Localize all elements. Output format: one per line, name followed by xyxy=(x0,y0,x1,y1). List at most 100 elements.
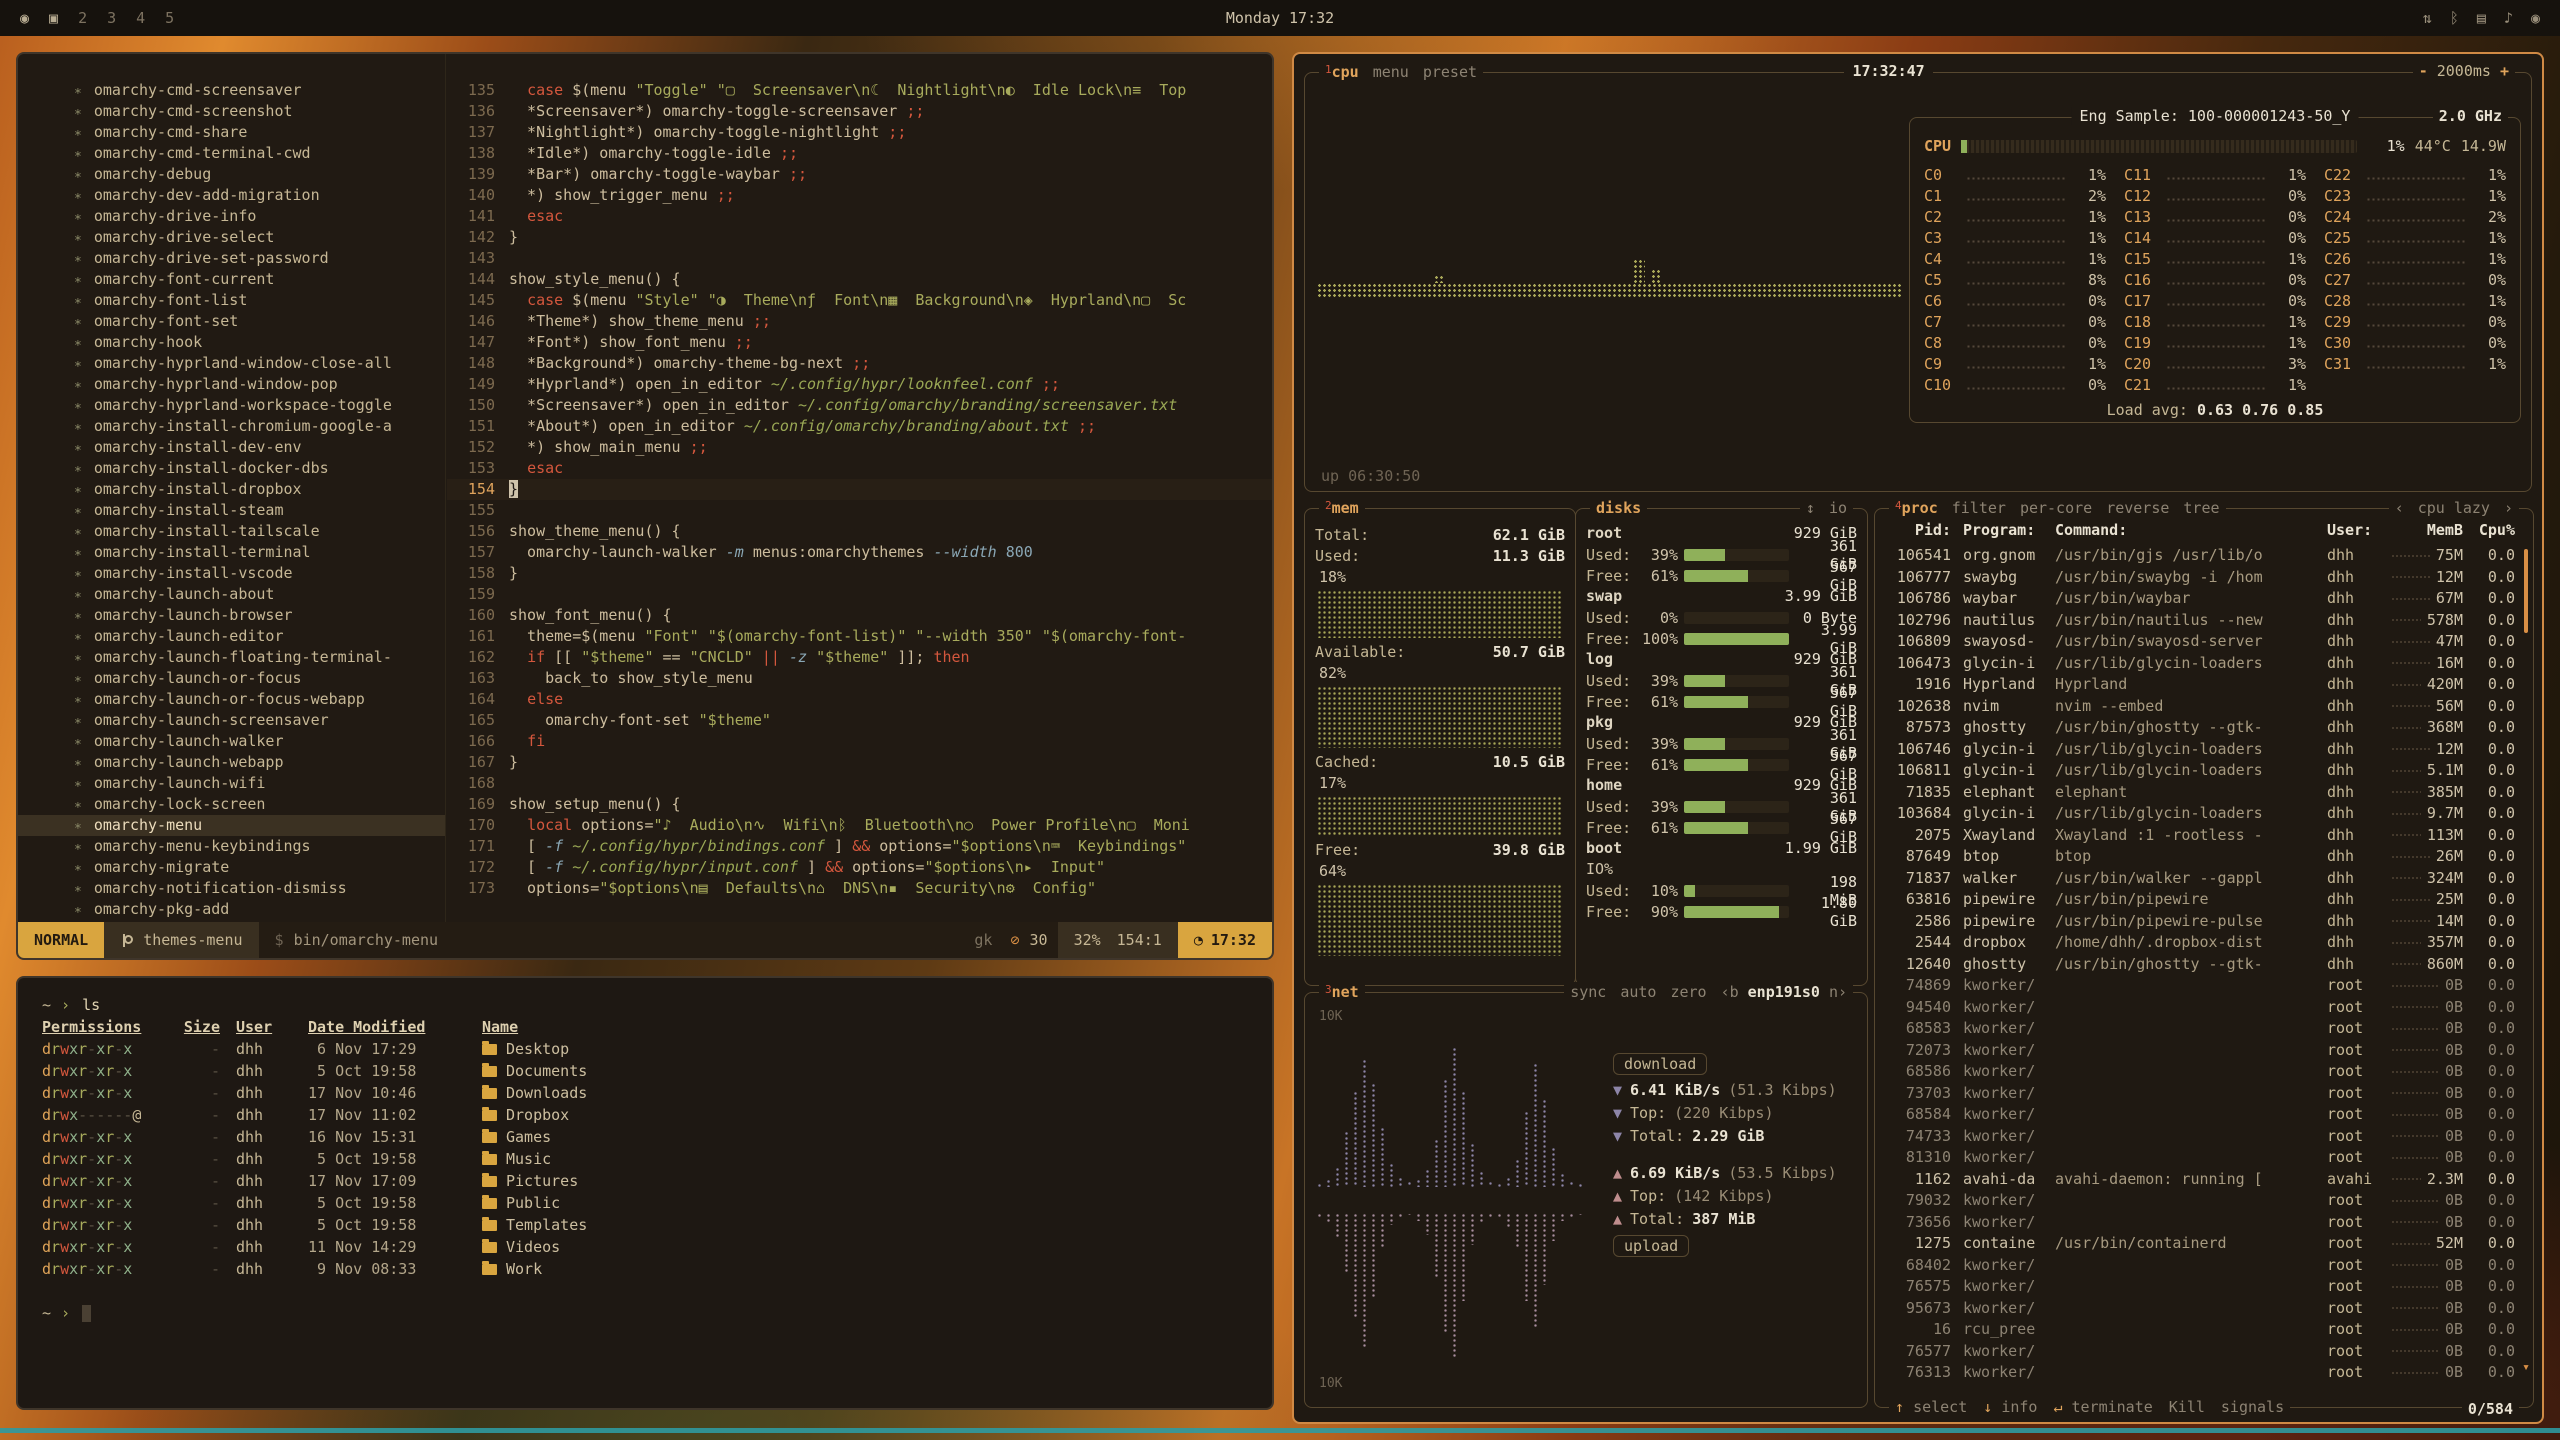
column-header[interactable]: Command: xyxy=(2055,521,2327,543)
process-row[interactable]: 2544dropbox/home/dhh/.dropbox-distdhh357… xyxy=(1887,932,2515,954)
file-item[interactable]: ∗omarchy-install-dropbox xyxy=(18,479,445,500)
process-row[interactable]: 12640ghostty/usr/bin/ghostty --gtk-dhh86… xyxy=(1887,954,2515,976)
workspace-5[interactable]: 5 xyxy=(165,9,174,27)
power-icon[interactable]: ◉ xyxy=(2531,9,2540,27)
file-item[interactable]: ∗omarchy-menu xyxy=(18,815,445,836)
column-header[interactable]: User: xyxy=(2327,521,2391,543)
file-item[interactable]: ∗omarchy-launch-floating-terminal- xyxy=(18,647,445,668)
column-header[interactable]: Program: xyxy=(1951,521,2055,543)
process-row[interactable]: 68402kworker/root0B0.0 xyxy=(1887,1255,2515,1277)
process-row[interactable]: 73703kworker/root0B0.0 xyxy=(1887,1083,2515,1105)
file-item[interactable]: ∗omarchy-launch-or-focus-webapp xyxy=(18,689,445,710)
prompt-line-2[interactable]: ~› xyxy=(42,1302,1272,1324)
per-core-button[interactable]: per-core xyxy=(2020,498,2092,519)
process-row[interactable]: 71837walker/usr/bin/walker --gappldhh324… xyxy=(1887,868,2515,890)
file-item[interactable]: ∗omarchy-install-vscode xyxy=(18,563,445,584)
column-header[interactable]: Cpu% xyxy=(2463,521,2515,543)
column-header[interactable]: Pid: xyxy=(1887,521,1951,543)
column-header[interactable]: MemB xyxy=(2391,521,2463,543)
terminal-window[interactable]: ~›ls PermissionsSizeUserDate ModifiedNam… xyxy=(16,976,1274,1410)
file-item[interactable]: ∗omarchy-install-dev-env xyxy=(18,437,445,458)
file-item[interactable]: ∗omarchy-launch-screensaver xyxy=(18,710,445,731)
process-row[interactable]: 102638nvimnvim --embeddhh56M0.0 xyxy=(1887,696,2515,718)
file-item[interactable]: ∗omarchy-hyprland-workspace-toggle xyxy=(18,395,445,416)
file-item[interactable]: ∗omarchy-cmd-screenshot xyxy=(18,101,445,122)
file-item[interactable]: ∗omarchy-drive-set-password xyxy=(18,248,445,269)
file-item[interactable]: ∗omarchy-launch-wifi xyxy=(18,773,445,794)
file-item[interactable]: ∗omarchy-cmd-share xyxy=(18,122,445,143)
sort-selector[interactable]: ‹ cpu lazy › xyxy=(2389,498,2519,519)
process-row[interactable]: 74733kworker/root0B0.0 xyxy=(1887,1126,2515,1148)
net-zero-button[interactable]: zero xyxy=(1670,982,1706,1003)
footer-action[interactable]: Kill xyxy=(2169,1397,2205,1418)
interval-plus-button[interactable]: + xyxy=(2500,62,2509,80)
file-item[interactable]: ∗omarchy-cmd-terminal-cwd xyxy=(18,143,445,164)
footer-action[interactable]: ↵ terminate xyxy=(2053,1397,2152,1418)
bluetooth-icon[interactable]: ᛒ xyxy=(2450,9,2459,27)
process-row[interactable]: 68584kworker/root0B0.0 xyxy=(1887,1104,2515,1126)
sort-next-icon[interactable]: › xyxy=(2504,498,2513,519)
process-row[interactable]: 87573ghostty/usr/bin/ghostty --gtk-dhh36… xyxy=(1887,717,2515,739)
process-row[interactable]: 81310kworker/root0B0.0 xyxy=(1887,1147,2515,1169)
logo-icon[interactable]: ◉ xyxy=(20,9,29,27)
workspace-1-icon[interactable]: ▣ xyxy=(49,9,58,27)
file-item[interactable]: ∗omarchy-launch-walker xyxy=(18,731,445,752)
sort-prev-icon[interactable]: ‹ xyxy=(2395,498,2404,519)
process-row[interactable]: 1916HyprlandHyprlanddhh420M0.0 xyxy=(1887,674,2515,696)
file-item[interactable]: ∗omarchy-install-steam xyxy=(18,500,445,521)
file-item[interactable]: ∗omarchy-migrate xyxy=(18,857,445,878)
process-row[interactable]: 106473glycin-i/usr/lib/glycin-loadersdhh… xyxy=(1887,653,2515,675)
process-row[interactable]: 68586kworker/root0B0.0 xyxy=(1887,1061,2515,1083)
process-row[interactable]: 95673kworker/root0B0.0 xyxy=(1887,1298,2515,1320)
workspace-3[interactable]: 3 xyxy=(107,9,116,27)
menu-button[interactable]: menu xyxy=(1373,62,1409,83)
keyboard-icon[interactable]: ▤ xyxy=(2477,9,2486,27)
file-item[interactable]: ∗omarchy-hyprland-window-close-all xyxy=(18,353,445,374)
footer-action[interactable]: ↑ select xyxy=(1895,1397,1967,1418)
process-row[interactable]: 72073kworker/root0B0.0 xyxy=(1887,1040,2515,1062)
file-item[interactable]: ∗omarchy-install-docker-dbs xyxy=(18,458,445,479)
filter-button[interactable]: filter xyxy=(1952,498,2006,519)
process-row[interactable]: 73656kworker/root0B0.0 xyxy=(1887,1212,2515,1234)
interval-minus-button[interactable]: - xyxy=(2419,62,2428,80)
process-row[interactable]: 1275containe/usr/bin/containerdroot52M0.… xyxy=(1887,1233,2515,1255)
process-row[interactable]: 106811glycin-i/usr/lib/glycin-loadersdhh… xyxy=(1887,760,2515,782)
process-row[interactable]: 79032kworker/root0B0.0 xyxy=(1887,1190,2515,1212)
net-auto-button[interactable]: auto xyxy=(1620,982,1656,1003)
process-row[interactable]: 102796nautilus/usr/bin/nautilus --newdhh… xyxy=(1887,610,2515,632)
file-item[interactable]: ∗omarchy-launch-editor xyxy=(18,626,445,647)
net-sync-button[interactable]: sync xyxy=(1570,982,1606,1003)
file-item[interactable]: ∗omarchy-lock-screen xyxy=(18,794,445,815)
process-row[interactable]: 76575kworker/root0B0.0 xyxy=(1887,1276,2515,1298)
file-item[interactable]: ∗omarchy-font-set xyxy=(18,311,445,332)
file-item[interactable]: ∗omarchy-font-current xyxy=(18,269,445,290)
process-row[interactable]: 63816pipewire/usr/bin/pipewiredhh25M0.0 xyxy=(1887,889,2515,911)
file-item[interactable]: ∗omarchy-install-terminal xyxy=(18,542,445,563)
scroll-down-icon[interactable]: ▾ xyxy=(2522,1360,2530,1375)
footer-action[interactable]: signals xyxy=(2221,1397,2284,1418)
file-item[interactable]: ∗omarchy-pkg-add xyxy=(18,899,445,920)
file-item[interactable]: ∗omarchy-debug xyxy=(18,164,445,185)
disks-io-toggle[interactable]: ↕ io xyxy=(1800,498,1853,519)
process-row[interactable]: 106786waybar/usr/bin/waybardhh67M0.0 xyxy=(1887,588,2515,610)
workspace-4[interactable]: 4 xyxy=(136,9,145,27)
process-row[interactable]: 87649btopbtopdhh26M0.0 xyxy=(1887,846,2515,868)
process-row[interactable]: 106809swayosd-/usr/bin/swayosd-serverdhh… xyxy=(1887,631,2515,653)
process-row[interactable]: 2075XwaylandXwayland :1 -rootless -dhh11… xyxy=(1887,825,2515,847)
process-row[interactable]: 71835elephantelephantdhh385M0.0 xyxy=(1887,782,2515,804)
process-row[interactable]: 1162avahi-daavahi-daemon: running [avahi… xyxy=(1887,1169,2515,1191)
file-item[interactable]: ∗omarchy-launch-webapp xyxy=(18,752,445,773)
file-item[interactable]: ∗omarchy-launch-about xyxy=(18,584,445,605)
file-item[interactable]: ∗omarchy-launch-browser xyxy=(18,605,445,626)
file-item[interactable]: ∗omarchy-launch-or-focus xyxy=(18,668,445,689)
net-interface[interactable]: ‹b enp191s0 n› xyxy=(1721,982,1847,1003)
footer-action[interactable]: ↓ info xyxy=(1983,1397,2037,1418)
process-row[interactable]: 16rcu_preeroot0B0.0 xyxy=(1887,1319,2515,1341)
file-item[interactable]: ∗omarchy-dev-add-migration xyxy=(18,185,445,206)
process-row[interactable]: 106777swaybg/usr/bin/swaybg -i /homdhh12… xyxy=(1887,567,2515,589)
code-editor[interactable]: 135 case $(menu "Toggle" "▢ Screensaver\… xyxy=(447,54,1272,922)
process-row[interactable]: 106746glycin-i/usr/lib/glycin-loadersdhh… xyxy=(1887,739,2515,761)
process-row[interactable]: 74869kworker/root0B0.0 xyxy=(1887,975,2515,997)
preset-button[interactable]: preset xyxy=(1423,62,1477,83)
file-item[interactable]: ∗omarchy-hyprland-window-pop xyxy=(18,374,445,395)
